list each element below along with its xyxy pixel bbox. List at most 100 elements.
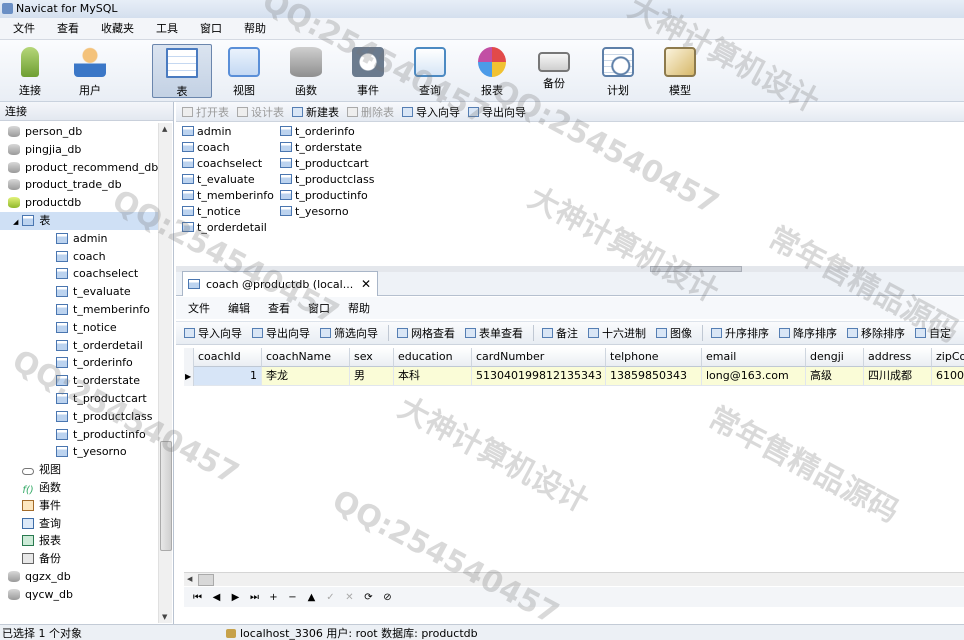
tree-item[interactable]: coach xyxy=(0,248,158,266)
object-list-item[interactable]: t_notice xyxy=(182,204,274,220)
grid-column-header[interactable]: coachId xyxy=(194,348,262,367)
object-toolbar-button[interactable]: 新建表 xyxy=(292,104,339,120)
toolbar-user-button[interactable]: 用户 xyxy=(60,44,120,98)
tree-item[interactable]: 查询 xyxy=(0,515,158,533)
tree-item[interactable]: qycw_db xyxy=(0,586,158,604)
grid-cell[interactable]: 1 xyxy=(194,367,262,386)
object-list-item[interactable]: t_memberinfo xyxy=(182,188,274,204)
tree-item[interactable]: pingjia_db xyxy=(0,141,158,159)
toolbar-backup-button[interactable]: 备份 xyxy=(524,44,584,98)
tree-item[interactable]: t_orderdetail xyxy=(0,337,158,355)
tree-item[interactable]: f() 函数 xyxy=(0,479,158,497)
grid-column-header[interactable]: sex xyxy=(350,348,394,367)
grid-horizontal-scrollbar[interactable]: ◀ xyxy=(184,572,964,586)
object-toolbar-button[interactable]: 导入向导 xyxy=(402,104,460,120)
table-row[interactable]: ▶ 1 李龙男本科 513040199812135343 13859850343 long… xyxy=(184,367,964,386)
tree-item[interactable]: person_db xyxy=(0,123,158,141)
grid-column-header[interactable]: education xyxy=(394,348,472,367)
grid-scrollbar-thumb[interactable] xyxy=(198,574,214,586)
toolbar-query-button[interactable]: 查询 xyxy=(400,44,460,98)
connection-tree[interactable]: person_db pingjia_db product_recommend_db p… xyxy=(0,123,158,623)
object-list-item[interactable]: t_productinfo xyxy=(280,188,374,204)
delete-record-icon[interactable]: − xyxy=(283,592,302,603)
tree-item[interactable]: t_productinfo xyxy=(0,426,158,444)
tree-item[interactable]: t_productclass xyxy=(0,408,158,426)
tree-item[interactable]: t_evaluate xyxy=(0,283,158,301)
tree-item[interactable]: product_trade_db xyxy=(0,176,158,194)
grid-cell[interactable]: 本科 xyxy=(394,367,472,386)
toolbar-schedule-button[interactable]: 计划 xyxy=(588,44,648,98)
grid-cell[interactable]: 513040199812135343 xyxy=(472,367,606,386)
doc-tab-coach[interactable]: coach @productdb (local... ✕ xyxy=(182,271,378,296)
next-record-icon[interactable]: ▶ xyxy=(226,592,245,603)
stop-icon[interactable]: ⊘ xyxy=(378,592,397,603)
tree-item[interactable]: t_orderstate xyxy=(0,372,158,390)
toolbar-event-button[interactable]: 事件 xyxy=(338,44,398,98)
object-list-item[interactable]: t_orderdetail xyxy=(182,220,274,236)
last-record-icon[interactable]: ⏭ xyxy=(245,592,264,603)
doc-toolbar-button[interactable]: 升序排序 xyxy=(711,325,769,341)
prev-record-icon[interactable]: ◀ xyxy=(207,592,226,603)
add-record-icon[interactable]: + xyxy=(264,592,283,603)
grid-column-header[interactable]: cardNumber xyxy=(472,348,606,367)
menu-tools[interactable]: 工具 xyxy=(145,18,189,40)
grid-cell[interactable]: long@163.com xyxy=(702,367,806,386)
doc-toolbar-button[interactable]: 备注 xyxy=(542,325,578,341)
cancel-icon[interactable]: ✕ xyxy=(340,592,359,603)
refresh-icon[interactable]: ⟳ xyxy=(359,592,378,603)
tree-item[interactable]: product_recommend_db xyxy=(0,159,158,177)
doc-toolbar-button[interactable]: 图像 xyxy=(656,325,692,341)
grid-cell[interactable]: 四川成都 xyxy=(864,367,932,386)
first-record-icon[interactable]: ⏮ xyxy=(188,592,207,603)
tree-scrollbar-thumb[interactable] xyxy=(160,441,172,551)
doc-toolbar-button[interactable]: 筛选向导 xyxy=(320,325,378,341)
menu-help[interactable]: 帮助 xyxy=(233,18,277,40)
doc-toolbar-button[interactable]: 降序排序 xyxy=(779,325,837,341)
doc-toolbar-button[interactable]: 十六进制 xyxy=(588,325,646,341)
grid-cell[interactable]: 6100 xyxy=(932,367,964,386)
object-list-item[interactable]: t_evaluate xyxy=(182,172,274,188)
doc-menu-view[interactable]: 查看 xyxy=(262,300,302,316)
tree-item[interactable]: 事件 xyxy=(0,497,158,515)
object-list-item[interactable]: t_yesorno xyxy=(280,204,374,220)
menu-favorites[interactable]: 收藏夹 xyxy=(90,18,145,40)
tree-item[interactable]: t_memberinfo xyxy=(0,301,158,319)
grid-column-header[interactable]: telphone xyxy=(606,348,702,367)
doc-toolbar-button[interactable]: 自定 xyxy=(915,325,951,341)
apply-icon[interactable]: ✓ xyxy=(321,592,340,603)
object-list-item[interactable]: admin xyxy=(182,124,274,140)
data-grid[interactable]: coachId coachName sex education cardNumber te… xyxy=(184,348,964,570)
grid-column-header[interactable]: coachName xyxy=(262,348,350,367)
tree-item[interactable]: t_notice xyxy=(0,319,158,337)
grid-column-header[interactable]: email xyxy=(702,348,806,367)
doc-menu-help[interactable]: 帮助 xyxy=(342,300,382,316)
tree-scrollbar[interactable]: ▲ ▼ xyxy=(158,123,172,623)
object-toolbar-button[interactable]: 设计表 xyxy=(237,104,284,120)
doc-menu-edit[interactable]: 编辑 xyxy=(222,300,262,316)
grid-cell[interactable]: 高级 xyxy=(806,367,864,386)
toolbar-table-button[interactable]: 表 xyxy=(152,44,212,98)
tree-item[interactable]: t_productcart xyxy=(0,390,158,408)
grid-column-header[interactable]: dengji xyxy=(806,348,864,367)
toolbar-connection-button[interactable]: 连接 xyxy=(0,44,60,98)
object-list-item[interactable]: coach xyxy=(182,140,274,156)
doc-toolbar-button[interactable]: 导出向导 xyxy=(252,325,310,341)
toolbar-model-button[interactable]: 模型 xyxy=(650,44,710,98)
grid-column-header[interactable]: address xyxy=(864,348,932,367)
grid-column-header[interactable]: zipCo xyxy=(932,348,964,367)
object-list-item[interactable]: t_productclass xyxy=(280,172,374,188)
object-list-item[interactable]: t_productcart xyxy=(280,156,374,172)
scroll-left-icon[interactable]: ◀ xyxy=(187,575,192,583)
tree-item[interactable]: qgzx_db xyxy=(0,568,158,586)
doc-toolbar-button[interactable]: 网格查看 xyxy=(397,325,455,341)
expand-arrow-icon[interactable]: ◢ xyxy=(13,218,18,226)
toolbar-view-button[interactable]: 视图 xyxy=(214,44,274,98)
doc-toolbar-button[interactable]: 导入向导 xyxy=(184,325,242,341)
menu-file[interactable]: 文件 xyxy=(2,18,46,40)
object-list-item[interactable]: t_orderinfo xyxy=(280,124,374,140)
tree-item[interactable]: 备份 xyxy=(0,550,158,568)
grid-cell[interactable]: 13859850343 xyxy=(606,367,702,386)
object-list-scrollbar-thumb[interactable] xyxy=(650,266,742,272)
doc-menu-window[interactable]: 窗口 xyxy=(302,300,342,316)
grid-cell[interactable]: 李龙 xyxy=(262,367,350,386)
